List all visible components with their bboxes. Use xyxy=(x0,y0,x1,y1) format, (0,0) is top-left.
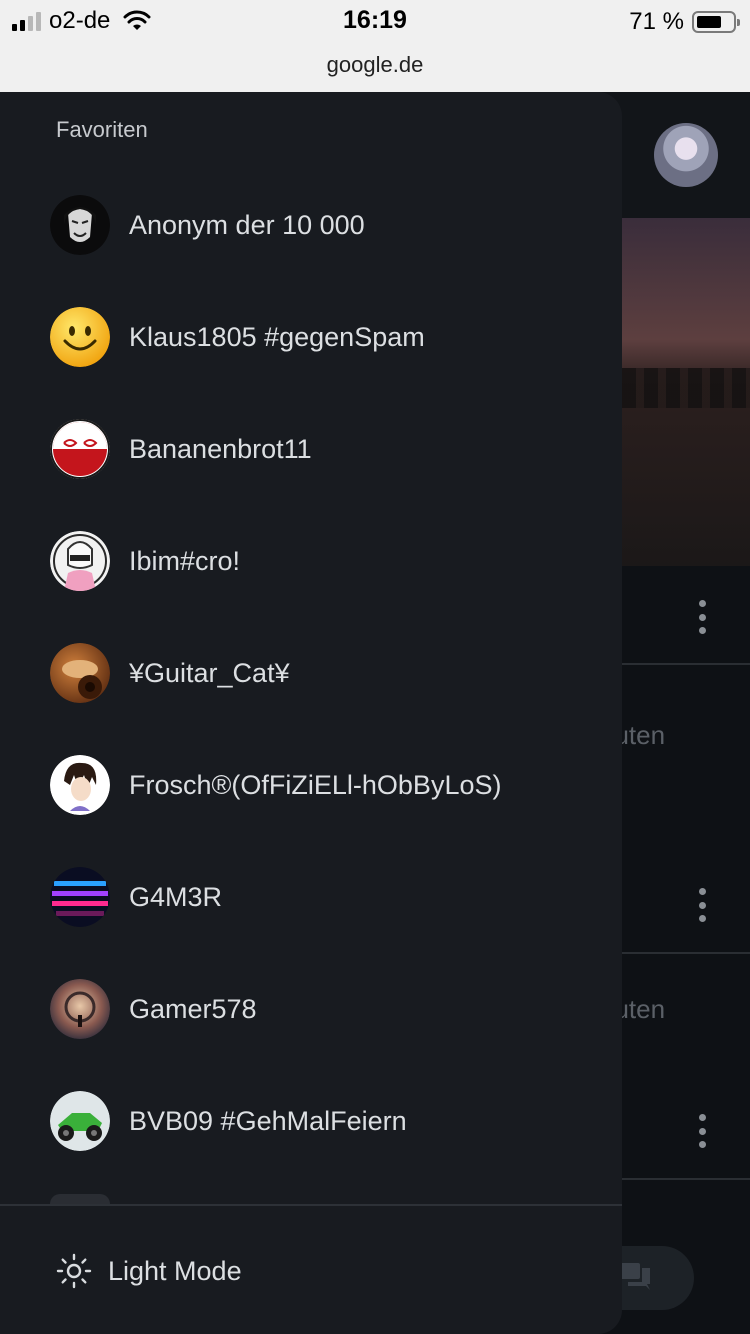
divider xyxy=(622,952,750,954)
avatar xyxy=(50,643,110,703)
avatar xyxy=(50,419,110,479)
list-item[interactable]: Gamer578 xyxy=(0,953,622,1065)
list-item[interactable]: BVB09 #GehMalFeiern xyxy=(0,1065,622,1177)
profile-avatar[interactable] xyxy=(654,123,718,187)
list-item[interactable]: ¥Guitar_Cat¥ xyxy=(0,617,622,729)
list-item[interactable]: Frosch®(OfFiZiELl-hObByLoS) xyxy=(0,729,622,841)
more-vertical-icon[interactable] xyxy=(698,600,706,634)
status-bar: o2-de 16:19 71 % google.de xyxy=(0,0,750,92)
more-vertical-icon[interactable] xyxy=(698,1114,706,1148)
avatar xyxy=(50,307,110,367)
battery-icon xyxy=(692,11,740,33)
list-item[interactable]: Anonym der 10 000 xyxy=(0,169,622,281)
favorite-name: BVB09 #GehMalFeiern xyxy=(129,1106,407,1136)
favorite-name: Frosch®(OfFiZiELl-hObByLoS) xyxy=(129,770,502,800)
favorite-name: ¥Guitar_Cat¥ xyxy=(129,658,290,688)
list-item[interactable]: Ibim#cro! xyxy=(0,505,622,617)
list-item[interactable]: Klaus1805 #gegenSpam xyxy=(0,281,622,393)
divider xyxy=(622,663,750,665)
divider xyxy=(0,1204,622,1206)
favorite-name: Gamer578 xyxy=(129,994,257,1024)
favorite-name: Bananenbrot11 xyxy=(129,434,312,464)
avatar xyxy=(50,1194,110,1204)
list-item[interactable]: G4M3R xyxy=(0,841,622,953)
favorite-name: Ibim#cro! xyxy=(129,546,241,576)
address-bar-url[interactable]: google.de xyxy=(0,52,750,78)
favorites-list: Anonym der 10 000 Klaus1805 #gegenSpam B… xyxy=(0,169,622,1177)
divider xyxy=(622,1178,750,1180)
avatar xyxy=(50,755,110,815)
avatar xyxy=(50,979,110,1039)
avatar xyxy=(50,195,110,255)
favorites-heading: Favoriten xyxy=(56,117,148,142)
sun-icon xyxy=(56,1253,92,1289)
favorite-name: Anonym der 10 000 xyxy=(129,210,365,240)
avatar xyxy=(50,531,110,591)
light-mode-toggle[interactable]: Light Mode xyxy=(40,1230,340,1312)
chat-icon xyxy=(620,1263,650,1290)
battery-fill xyxy=(697,16,721,28)
light-mode-label: Light Mode xyxy=(108,1255,242,1286)
background-post-image xyxy=(622,218,750,566)
avatar xyxy=(50,1091,110,1151)
avatar xyxy=(50,867,110,927)
navigation-drawer: Favoriten Anonym der 10 000 Klaus1805 #g… xyxy=(0,92,622,1334)
battery-percent: 71 % xyxy=(629,8,684,35)
more-vertical-icon[interactable] xyxy=(698,888,706,922)
battery-group: 71 % xyxy=(629,8,740,36)
list-item[interactable]: Bananenbrot11 xyxy=(0,393,622,505)
favorite-name: Klaus1805 #gegenSpam xyxy=(129,322,425,352)
favorite-name: G4M3R xyxy=(129,882,223,912)
